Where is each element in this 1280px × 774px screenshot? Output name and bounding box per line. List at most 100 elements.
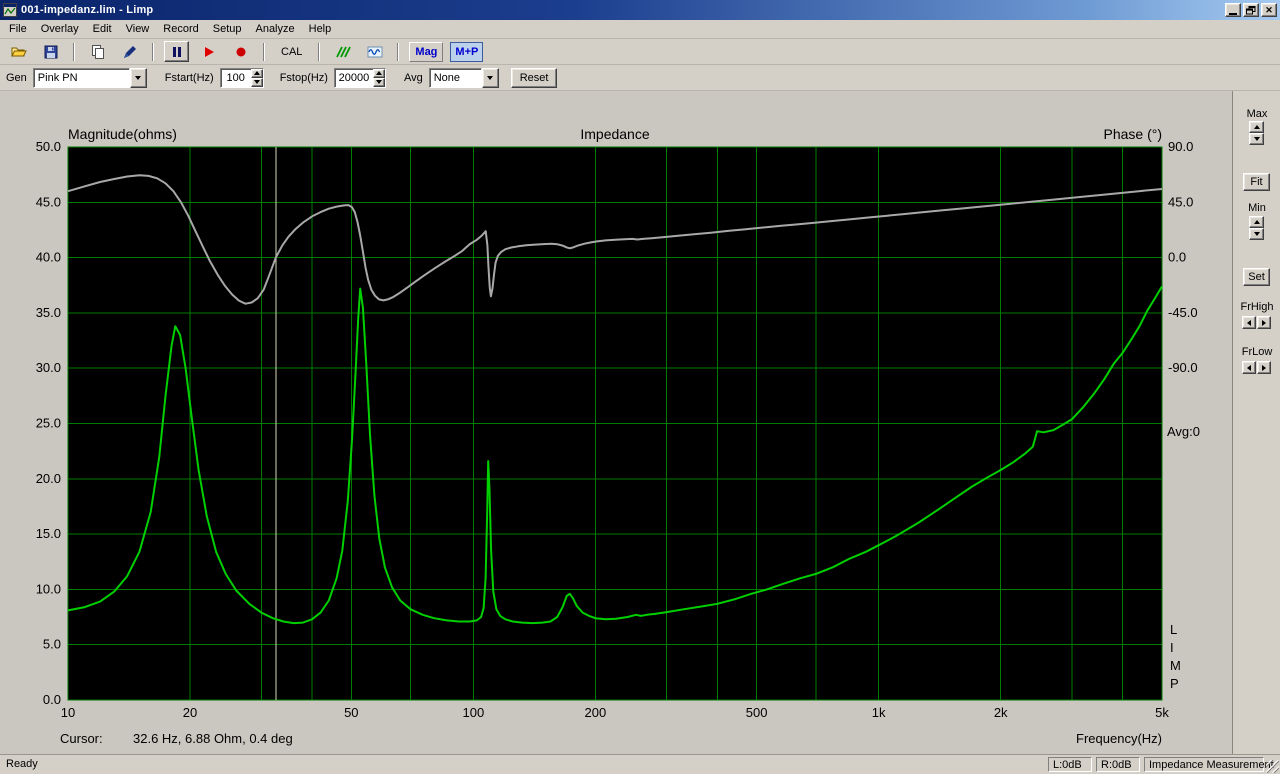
phase-axis-tick-label: 0.0	[1168, 250, 1186, 265]
frlow-left-button[interactable]	[1242, 361, 1256, 374]
save-floppy-icon	[44, 45, 57, 58]
phase-axis-tick-label: 90.0	[1168, 139, 1193, 154]
x-axis-tick-label: 50	[344, 705, 358, 720]
frlow-label: FrLow	[1241, 346, 1273, 358]
avg-select[interactable]: None	[428, 67, 499, 88]
status-bar: Ready L:0dB R:0dB Impedance Measurement	[0, 755, 1280, 774]
max-up-button[interactable]	[1249, 121, 1264, 133]
fstop-input[interactable]: 20000	[333, 67, 386, 88]
left-arrow-icon	[1247, 364, 1251, 371]
right-arrow-icon	[1262, 364, 1266, 371]
limp-watermark-letter: P	[1170, 676, 1179, 691]
impedance-chart: Magnitude(ohms) Impedance Phase (°) Avg:…	[36, 126, 1200, 746]
min-down-button[interactable]	[1249, 228, 1264, 240]
fstop-down-button[interactable]	[372, 77, 385, 87]
record-button[interactable]	[228, 41, 253, 62]
avg-dropdown-button[interactable]	[481, 67, 499, 88]
up-arrow-icon	[375, 71, 382, 75]
minimize-icon	[1229, 12, 1237, 15]
cal-button[interactable]: CAL	[275, 42, 308, 62]
y-axis-tick-label: 15.0	[36, 526, 61, 541]
menu-item-record[interactable]: Record	[156, 21, 205, 37]
max-down-button[interactable]	[1249, 133, 1264, 145]
wave-icon	[367, 46, 383, 57]
resize-grip[interactable]	[1266, 760, 1279, 773]
mag-button[interactable]: Mag	[409, 41, 444, 62]
y-axis-tick-label: 20.0	[36, 471, 61, 486]
generator-icon	[336, 46, 351, 57]
fstart-label: Fstart(Hz)	[164, 71, 214, 84]
save-button[interactable]	[38, 41, 63, 62]
window-title: 001-impedanz.lim - Limp	[21, 4, 154, 16]
frhigh-label: FrHigh	[1240, 301, 1274, 313]
pause-button[interactable]	[164, 41, 189, 62]
restore-button[interactable]	[1243, 3, 1259, 17]
open-button[interactable]	[6, 41, 31, 62]
close-button[interactable]: ✕	[1261, 3, 1277, 17]
right-axis-title: Phase (°)	[1103, 126, 1162, 142]
fstart-up-button[interactable]	[250, 68, 263, 78]
wave-button[interactable]	[362, 41, 387, 62]
fstart-value[interactable]: 100	[221, 69, 251, 87]
down-arrow-icon	[1253, 232, 1260, 236]
copy-icon	[91, 44, 104, 59]
toolbar-separator	[152, 42, 154, 61]
y-axis-tick-label: 10.0	[36, 581, 61, 596]
x-axis-tick-label: 2k	[994, 705, 1008, 720]
avg-selected-value: None	[428, 67, 482, 88]
minimize-button[interactable]	[1225, 3, 1241, 17]
y-axis-tick-label: 35.0	[36, 305, 61, 320]
menu-item-help[interactable]: Help	[302, 21, 339, 37]
generator-dropdown-button[interactable]	[129, 67, 147, 88]
generator-selected-value: Pink PN	[32, 67, 130, 88]
menu-item-analyze[interactable]: Analyze	[248, 21, 301, 37]
menu-item-file[interactable]: File	[2, 21, 34, 37]
mag-phase-button[interactable]: M+P	[450, 41, 484, 62]
pen-button[interactable]	[117, 41, 142, 62]
set-button[interactable]: Set	[1243, 268, 1270, 286]
limp-watermark-letter: M	[1170, 658, 1181, 673]
avg-indicator: Avg:0	[1167, 424, 1200, 439]
toolbar-separator	[318, 42, 321, 61]
up-arrow-icon	[1253, 125, 1260, 129]
left-axis-title: Magnitude(ohms)	[68, 126, 177, 142]
title-bar: 001-impedanz.lim - Limp ✕	[0, 0, 1280, 20]
pause-icon	[172, 46, 181, 57]
frhigh-right-button[interactable]	[1257, 316, 1271, 329]
fstop-label: Fstop(Hz)	[279, 71, 328, 84]
fstop-up-button[interactable]	[372, 68, 385, 78]
pen-icon	[123, 45, 136, 58]
limp-watermark-letter: L	[1170, 622, 1177, 637]
down-arrow-icon	[253, 80, 260, 84]
down-arrow-icon	[1253, 137, 1260, 141]
play-button[interactable]	[196, 41, 221, 62]
y-axis-tick-label: 0.0	[43, 692, 61, 707]
fstart-input[interactable]: 100	[219, 67, 264, 88]
open-folder-icon	[10, 47, 27, 56]
x-axis-tick-label: 20	[183, 705, 197, 720]
generator-select[interactable]: Pink PN	[32, 67, 147, 88]
copy-button[interactable]	[85, 41, 110, 62]
reset-button[interactable]: Reset	[510, 67, 558, 88]
menu-item-overlay[interactable]: Overlay	[34, 21, 86, 37]
generator-button[interactable]	[330, 41, 355, 62]
y-axis-tick-label: 30.0	[36, 360, 61, 375]
chart-title: Impedance	[580, 126, 649, 142]
menu-item-setup[interactable]: Setup	[206, 21, 249, 37]
window-controls: ✕	[1225, 3, 1277, 17]
x-axis-tick-label: 1k	[872, 705, 886, 720]
avg-label: Avg	[403, 71, 423, 84]
frlow-right-button[interactable]	[1257, 361, 1271, 374]
fit-button[interactable]: Fit	[1243, 173, 1270, 191]
menu-item-edit[interactable]: Edit	[86, 21, 119, 37]
x-axis-title: Frequency(Hz)	[1076, 731, 1162, 746]
toolbar-main: CAL Mag M+P	[0, 38, 1280, 64]
fstop-value[interactable]: 20000	[335, 69, 373, 87]
record-icon	[236, 47, 245, 56]
min-up-button[interactable]	[1249, 216, 1264, 228]
fstart-down-button[interactable]	[250, 77, 263, 87]
menu-item-view[interactable]: View	[119, 21, 157, 37]
frhigh-left-button[interactable]	[1242, 316, 1256, 329]
gen-label: Gen	[6, 71, 27, 84]
app-window: 001-impedanz.lim - Limp ✕ File Overlay Edi…	[0, 0, 1280, 774]
